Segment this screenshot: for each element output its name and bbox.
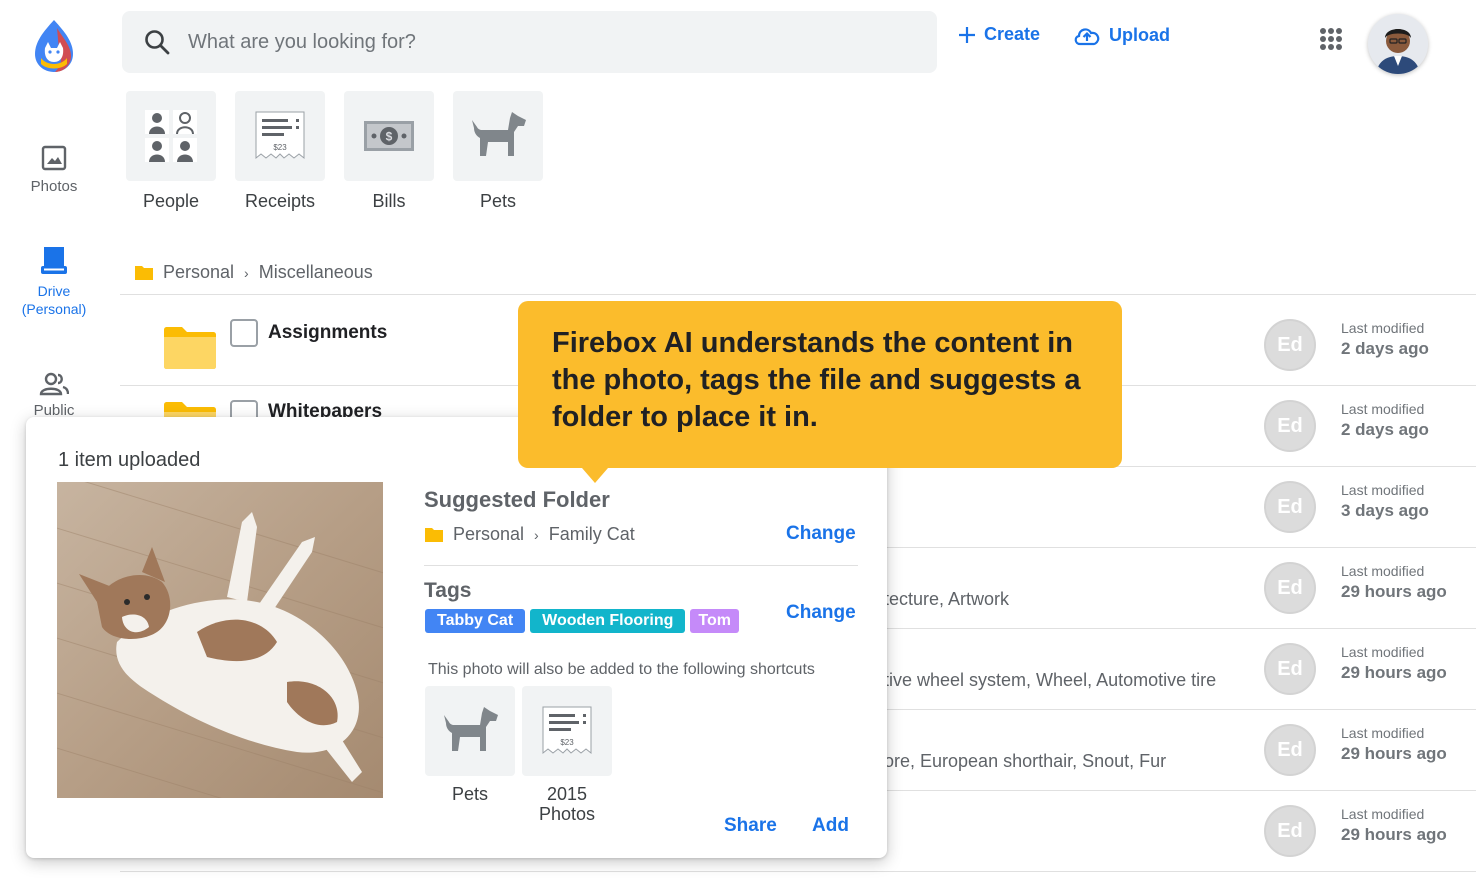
search-icon [145, 30, 170, 55]
folder-icon [164, 327, 216, 369]
modified-label: Last modified [1341, 725, 1425, 741]
modified-value: 29 hours ago [1341, 582, 1447, 601]
file-name[interactable]: Assignments [268, 322, 387, 344]
create-button[interactable]: Create [958, 24, 1040, 45]
modified-label: Last modified [1341, 644, 1425, 660]
upload-dialog: 1 item uploaded Suggested Folder Persona… [26, 417, 887, 858]
row-checkbox[interactable] [230, 319, 258, 347]
avatar[interactable] [1368, 14, 1428, 74]
suggested-folder-path: Personal › Family Cat [425, 524, 635, 545]
suggested-folder-name: Family Cat [548, 524, 635, 544]
cloud-upload-icon [1074, 28, 1100, 46]
divider [424, 565, 858, 566]
modified-label: Last modified [1341, 401, 1425, 417]
folder-icon [425, 528, 443, 542]
sidebar-item-public[interactable]: Public [0, 372, 108, 418]
modified-label: Last modified [1341, 320, 1425, 336]
search-input[interactable] [188, 30, 888, 54]
category-label: Pets [479, 191, 517, 211]
receipt-icon: $23 [542, 706, 592, 755]
owner-avatar: Ed [1264, 724, 1316, 776]
tag-chip[interactable]: Tabby Cat [425, 609, 526, 633]
shortcuts-note: This photo will also be added to the fol… [428, 661, 815, 678]
owner-avatar: Ed [1264, 805, 1316, 857]
drive-icon [41, 247, 67, 274]
svg-text:$23: $23 [273, 143, 287, 152]
modified-value: 2 days ago [1341, 339, 1429, 358]
create-label: Create [984, 24, 1041, 44]
change-tags-button[interactable]: Change [786, 602, 856, 624]
dog-icon [444, 707, 498, 751]
dog-icon [472, 112, 526, 156]
people-grid-icon [145, 110, 197, 162]
category-receipts[interactable]: $23 Receipts [235, 91, 325, 212]
divider [120, 294, 1476, 295]
people-icon [39, 372, 69, 396]
file-tags: ore, European shorthair, Snout, Fur [884, 751, 1167, 771]
modified-label: Last modified [1341, 482, 1425, 498]
modified-value: 3 days ago [1341, 501, 1429, 520]
folder-icon [135, 266, 153, 280]
sidebar-item-label: Public [33, 402, 75, 418]
search-bar[interactable] [122, 11, 937, 73]
suggested-root: Personal [453, 524, 525, 544]
shortcut-label: 2015 Photos [538, 784, 596, 824]
tag-list: Tabby Cat Wooden Flooring Tom [425, 609, 739, 633]
shortcut-2015-photos[interactable]: $23 2015 Photos [522, 686, 612, 824]
svg-text:$23: $23 [560, 738, 574, 747]
upload-label: Upload [1109, 24, 1170, 45]
tags-title: Tags [424, 579, 472, 602]
chevron-right-icon: › [244, 264, 249, 281]
modified-value: 29 hours ago [1341, 663, 1447, 682]
user-photo [1368, 14, 1428, 74]
category-label: Bills [372, 191, 406, 211]
owner-avatar: Ed [1264, 643, 1316, 695]
share-button[interactable]: Share [724, 815, 777, 837]
shortcut-pets[interactable]: Pets [425, 686, 515, 804]
category-label: People [142, 191, 200, 211]
callout-tooltip: Firebox AI understands the content in th… [518, 301, 1122, 483]
shortcut-label: Pets [451, 784, 489, 804]
firebox-logo [35, 20, 73, 72]
uploaded-cat-photo [57, 482, 383, 798]
owner-avatar: Ed [1264, 400, 1316, 452]
modified-label: Last modified [1341, 806, 1425, 822]
change-folder-button[interactable]: Change [786, 523, 856, 545]
chevron-right-icon: › [534, 526, 539, 543]
owner-avatar: Ed [1264, 562, 1316, 614]
sidebar-item-photos[interactable]: Photos [0, 144, 108, 195]
category-people[interactable]: People [126, 91, 216, 212]
suggested-folder-title: Suggested Folder [424, 487, 610, 512]
image-icon [41, 145, 67, 171]
upload-button[interactable]: Upload [1073, 24, 1170, 46]
category-pets[interactable]: Pets [453, 91, 543, 212]
breadcrumb: Personal › Miscellaneous [135, 262, 373, 283]
breadcrumb-root[interactable]: Personal [163, 262, 234, 283]
modified-value: 2 days ago [1341, 420, 1429, 439]
tag-chip[interactable]: Tom [690, 609, 739, 633]
sidebar-item-label: Drive (Personal) [21, 283, 87, 317]
file-tags: tive wheel system, Wheel, Automotive tir… [884, 670, 1217, 690]
upload-title: 1 item uploaded [58, 449, 201, 471]
tag-chip[interactable]: Wooden Flooring [530, 609, 686, 633]
apps-grid-icon[interactable] [1320, 28, 1342, 50]
owner-avatar: Ed [1264, 481, 1316, 533]
banknote-icon: $ [364, 121, 414, 151]
modified-value: 29 hours ago [1341, 825, 1447, 844]
file-tags: tecture, Artwork [884, 589, 1010, 609]
plus-icon [959, 26, 975, 43]
sidebar-item-label: Photos [30, 178, 78, 195]
category-label: Receipts [244, 191, 316, 211]
category-bills[interactable]: $ Bills [344, 91, 434, 212]
add-button[interactable]: Add [812, 815, 849, 837]
breadcrumb-current[interactable]: Miscellaneous [259, 262, 373, 283]
modified-label: Last modified [1341, 563, 1425, 579]
svg-text:$: $ [386, 130, 393, 144]
receipt-icon: $23 [255, 111, 305, 160]
modified-value: 29 hours ago [1341, 744, 1447, 763]
sidebar-item-drive[interactable]: Drive (Personal) [0, 244, 108, 318]
owner-avatar: Ed [1264, 319, 1316, 371]
